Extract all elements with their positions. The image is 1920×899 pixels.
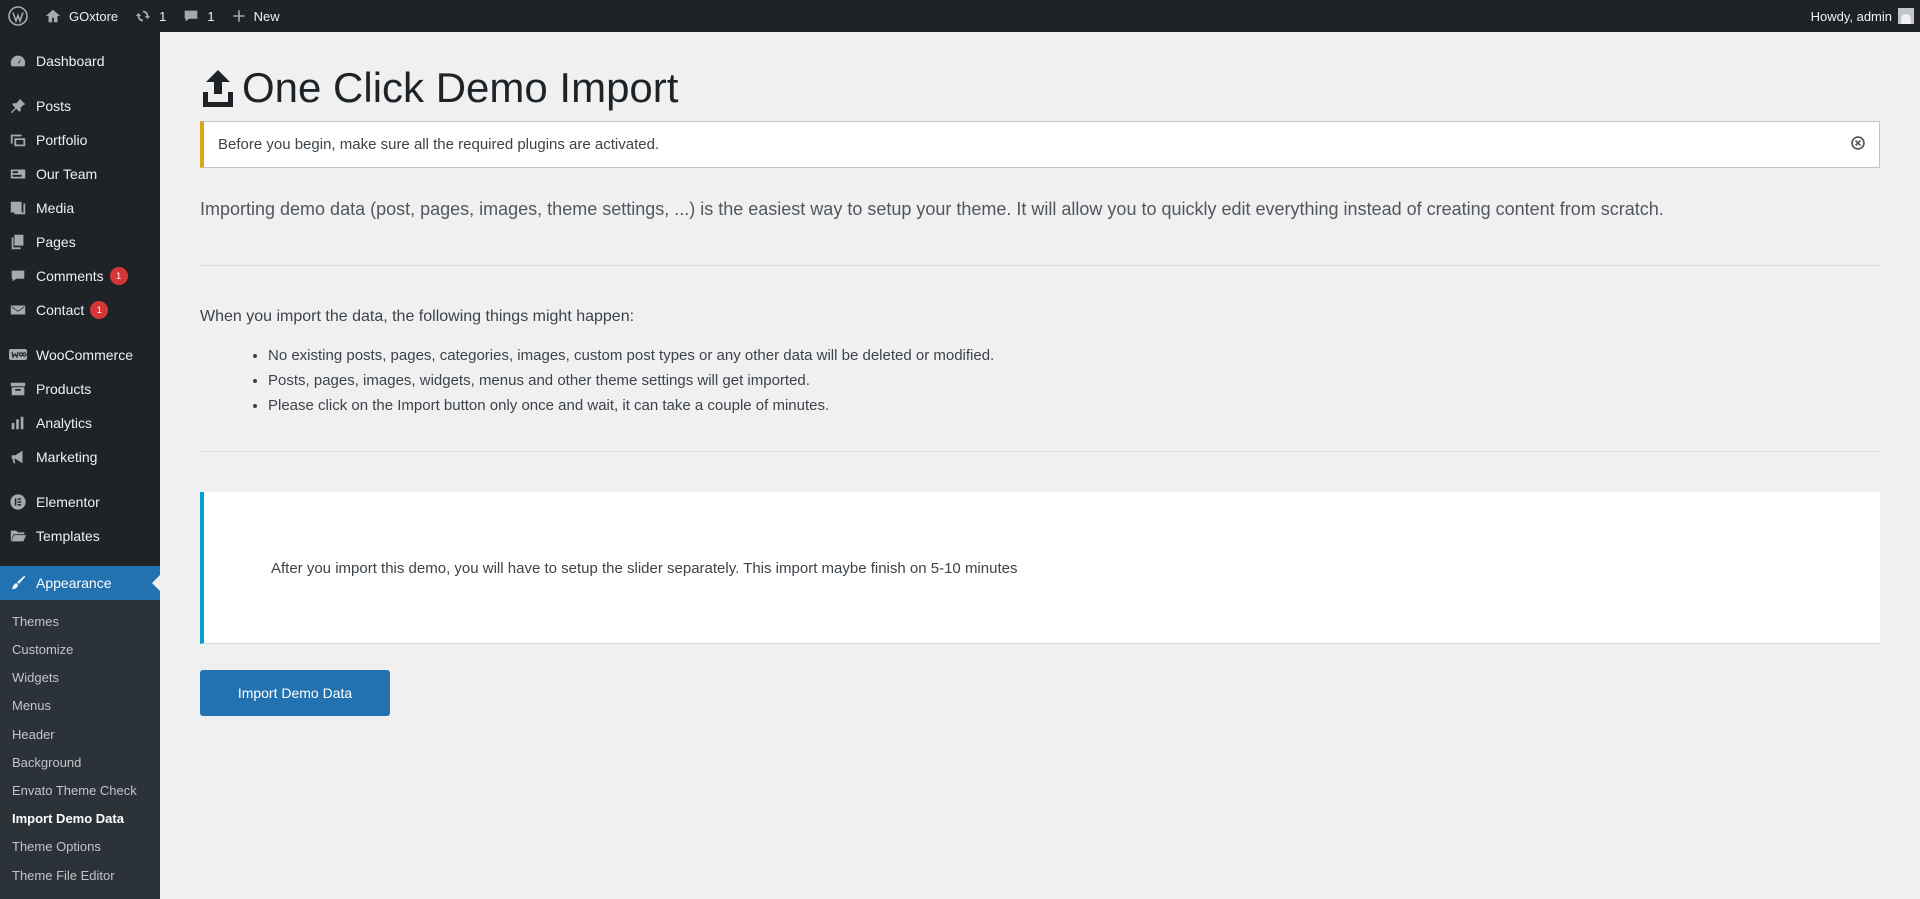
admin-bar: GOxtore 1 1 New Howdy, admin [0, 0, 1920, 32]
plus-icon [232, 10, 245, 22]
submenu-item-envato-theme-check[interactable]: Envato Theme Check [12, 783, 137, 798]
howdy-text: Howdy, admin [1810, 8, 1892, 24]
sidebar-item-label: Marketing [36, 449, 98, 465]
submenu-item-customize[interactable]: Customize [12, 642, 73, 657]
woocommerce-icon [9, 349, 27, 360]
list-item: Please click on the Import button only o… [268, 393, 994, 418]
submenu-item-theme-options[interactable]: Theme Options [12, 839, 101, 854]
notice-text: Before you begin, make sure all the requ… [218, 136, 660, 153]
upload-icon [203, 70, 233, 107]
submenu-item-header[interactable]: Header [12, 727, 55, 742]
dismiss-notice-button[interactable] [1849, 134, 1867, 152]
sidebar-item-label: Dashboard [36, 53, 105, 69]
home-icon [45, 9, 61, 23]
sidebar-item-products[interactable]: Products [0, 372, 160, 406]
updates-link[interactable]: 1 [126, 0, 174, 32]
comments-badge: 1 [109, 267, 128, 285]
sidebar-item-woocommerce[interactable]: WooCommerce [0, 338, 160, 372]
sidebar-item-label: Media [36, 200, 75, 216]
sidebar-item-comments[interactable]: Comments 1 [0, 259, 160, 293]
elementor-icon [10, 494, 26, 510]
sidebar-item-label: Our Team [36, 166, 98, 182]
submenu-item-theme-file-editor[interactable]: Theme File Editor [12, 868, 115, 883]
close-icon [1851, 136, 1865, 150]
sidebar-item-contact[interactable]: Contact 1 [0, 293, 160, 327]
pages-icon [11, 234, 24, 250]
sidebar-item-label: Elementor [36, 494, 100, 510]
submenu-item-themes[interactable]: Themes [12, 614, 59, 629]
wordpress-logo-button[interactable] [0, 0, 36, 32]
submenu-item-widgets[interactable]: Widgets [12, 670, 59, 685]
sidebar-item-dashboard[interactable]: Dashboard [0, 44, 160, 78]
divider [200, 451, 1880, 452]
sidebar-item-analytics[interactable]: Analytics [0, 406, 160, 440]
sidebar-item-pages[interactable]: Pages [0, 225, 160, 259]
pin-icon [10, 98, 26, 114]
sidebar-item-label: Templates [36, 528, 100, 544]
submenu-item-background[interactable]: Background [12, 755, 81, 770]
sidebar-item-label: Portfolio [36, 132, 88, 148]
updates-icon [135, 10, 151, 22]
admin-sidebar: Dashboard Posts Portfolio Our Team Media… [0, 32, 160, 899]
site-name: GOxtore [69, 8, 119, 24]
divider [200, 265, 1880, 266]
media-icon [10, 201, 26, 215]
portfolio-icon [10, 134, 26, 147]
sidebar-item-label: WooCommerce [36, 347, 133, 363]
folder-icon [10, 530, 27, 542]
warning-notice: Before you begin, make sure all the requ… [200, 121, 1880, 168]
comments-link[interactable]: 1 [174, 0, 222, 32]
updates-count: 1 [159, 8, 167, 24]
paintbrush-icon [11, 575, 26, 590]
page-title: One Click Demo Import [200, 64, 678, 112]
sidebar-item-label: Products [36, 381, 92, 397]
sidebar-item-label: Appearance [36, 575, 112, 591]
submenu-item-import-demo-data[interactable]: Import Demo Data [12, 811, 124, 826]
happen-title: When you import the data, the following … [200, 308, 635, 325]
sidebar-item-label: Analytics [36, 415, 93, 431]
sidebar-item-appearance[interactable]: Appearance [0, 566, 160, 600]
megaphone-icon [11, 450, 23, 464]
comment-icon [11, 270, 25, 282]
sidebar-item-portfolio[interactable]: Portfolio [0, 123, 160, 157]
demo-info-text: After you import this demo, you will hav… [271, 560, 1018, 577]
sidebar-item-templates[interactable]: Templates [0, 519, 160, 553]
team-icon [10, 169, 26, 179]
sidebar-item-our-team[interactable]: Our Team [0, 157, 160, 191]
dashboard-icon [10, 55, 26, 67]
site-name-link[interactable]: GOxtore [36, 0, 126, 32]
mail-icon [10, 305, 26, 315]
contact-badge: 1 [90, 301, 109, 319]
list-item: Posts, pages, images, widgets, menus and… [268, 368, 994, 393]
comment-icon [185, 10, 198, 22]
archive-icon [10, 382, 26, 396]
intro-text: Importing demo data (post, pages, images… [200, 199, 1664, 219]
demo-info-box: After you import this demo, you will hav… [200, 492, 1880, 644]
sidebar-item-label: Posts [36, 98, 72, 114]
appearance-submenu: Themes Customize Widgets Menus Header Ba… [0, 600, 160, 899]
submenu-item-menus[interactable]: Menus [12, 698, 51, 713]
active-indicator [152, 575, 160, 591]
happen-list: No existing posts, pages, categories, im… [248, 343, 994, 418]
my-account-link[interactable]: Howdy, admin [1803, 0, 1920, 32]
sidebar-item-elementor[interactable]: Elementor [0, 485, 160, 519]
list-item: No existing posts, pages, categories, im… [268, 343, 994, 368]
comments-count: 1 [207, 8, 215, 24]
sidebar-item-label: Pages [36, 234, 76, 250]
page-title-text: One Click Demo Import [242, 64, 679, 111]
sidebar-item-media[interactable]: Media [0, 191, 160, 225]
wordpress-icon [8, 6, 28, 26]
new-content-link[interactable]: New [223, 0, 288, 32]
avatar [1898, 8, 1914, 24]
sidebar-item-label: Comments [36, 268, 104, 284]
chart-bar-icon [11, 416, 24, 430]
sidebar-item-posts[interactable]: Posts [0, 89, 160, 123]
sidebar-item-label: Contact [36, 302, 85, 318]
import-demo-data-button[interactable]: Import Demo Data [200, 670, 390, 716]
new-label: New [253, 8, 280, 24]
sidebar-item-marketing[interactable]: Marketing [0, 440, 160, 474]
